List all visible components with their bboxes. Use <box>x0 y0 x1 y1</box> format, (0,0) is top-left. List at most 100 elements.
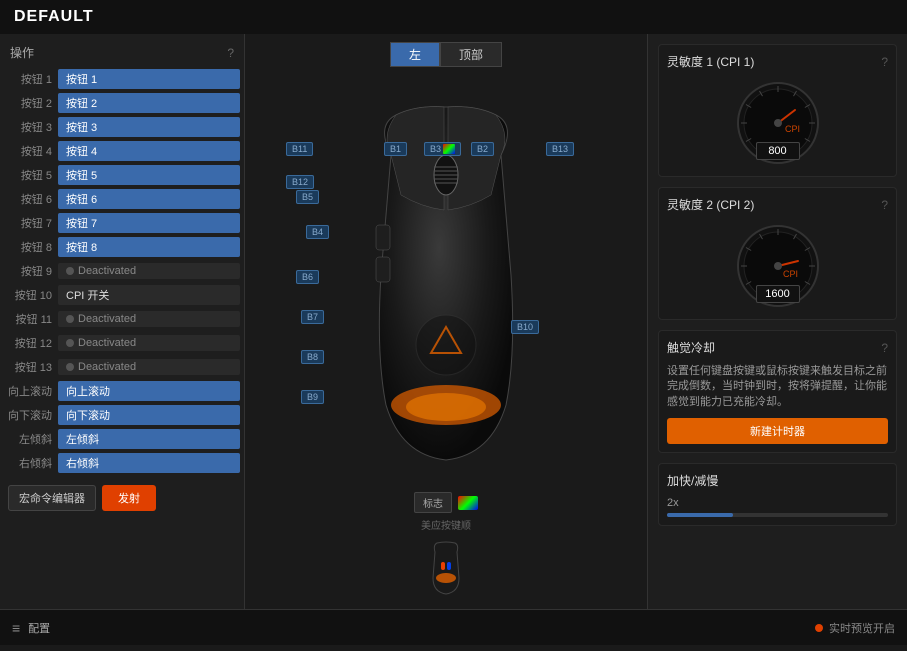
sensitivity1-value[interactable]: 800 <box>756 142 800 160</box>
help-icon[interactable]: ? <box>227 46 234 60</box>
b13-label[interactable]: B13 <box>546 142 574 156</box>
button-value-8[interactable]: Deactivated <box>58 263 240 279</box>
operation-header: 操作 ? <box>0 40 244 67</box>
button-id-7: 按钮 8 <box>4 239 52 255</box>
sensitivity2-title: 灵敏度 2 (CPI 2) <box>667 196 754 213</box>
button-row-8[interactable]: 按钮 9Deactivated <box>0 259 244 283</box>
b10-label[interactable]: B10 <box>511 320 539 334</box>
acceleration-section: 加快/减慢 2x <box>658 463 897 526</box>
title-bar: DEFAULT <box>0 0 907 34</box>
sensitivity2-value[interactable]: 1600 <box>756 285 800 303</box>
b5-label[interactable]: B5 <box>296 190 319 204</box>
button-row-3[interactable]: 按钮 4 按钮 4 <box>0 139 244 163</box>
haptic-title: 触觉冷却 <box>667 339 715 356</box>
button-row-13[interactable]: 向上滚动向上滚动 <box>0 379 244 403</box>
sensitivity1-dial-container: CPI 800 <box>667 78 888 168</box>
button-value-2[interactable]: 按钮 3 <box>58 117 240 137</box>
b2-label[interactable]: B2 <box>471 142 494 156</box>
button-value-0[interactable]: 按钮 1 <box>58 69 240 89</box>
haptic-timer-button[interactable]: 新建计时器 <box>667 418 888 444</box>
speed-bar[interactable] <box>667 513 888 517</box>
button-row-5[interactable]: 按钮 6按钮 6 <box>0 187 244 211</box>
fire-button[interactable]: 发射 <box>102 485 156 511</box>
button-overlay: B11 B12 B1 B3 B2 B13 B5 B4 B6 <box>276 95 616 515</box>
haptic-header: 触觉冷却 ? <box>667 339 888 356</box>
left-panel: 操作 ? 按钮 1按钮 1按钮 2按钮 2按钮 3按钮 3按钮 4按钮 4按钮 … <box>0 34 245 609</box>
b4-label[interactable]: B4 <box>306 225 329 239</box>
button-value-1[interactable]: 按钮 2 <box>58 93 240 113</box>
haptic-description: 设置任何键盘按键或鼠标按键来触发目标之前完成倒数，当时钟到时，按将弹提醒，让你能… <box>667 364 888 410</box>
sensitivity2-help[interactable]: ? <box>881 198 888 212</box>
b8-label[interactable]: B8 <box>301 350 324 364</box>
live-indicator <box>815 624 823 632</box>
live-label: 实时预览开启 <box>829 620 895 636</box>
b9-label[interactable]: B9 <box>301 390 324 404</box>
config-label[interactable]: 配置 <box>28 620 50 636</box>
sensitivity1-header: 灵敏度 1 (CPI 1) ? <box>667 53 888 70</box>
button-id-11: 按钮 12 <box>4 335 52 351</box>
sensitivity1-help[interactable]: ? <box>881 55 888 69</box>
mouse-thumbnail <box>427 540 465 601</box>
button-row-10[interactable]: 按钮 11 Deactivated <box>0 307 244 331</box>
button-row-11[interactable]: 按钮 12 Deactivated <box>0 331 244 355</box>
button-value-16[interactable]: 右倾斜 <box>58 453 240 473</box>
button-id-14: 向下滚动 <box>4 407 52 423</box>
button-id-10: 按钮 11 <box>4 311 52 327</box>
button-row-6[interactable]: 按钮 7按钮 7 <box>0 211 244 235</box>
button-value-12[interactable]: Deactivated <box>58 359 240 375</box>
sensitivity2-dial[interactable]: CPI 1600 <box>733 221 823 311</box>
button-row-2[interactable]: 按钮 3 按钮 3 <box>0 115 244 139</box>
bottom-buttons: 宏命令编辑器 发射 <box>0 479 244 517</box>
button-value-14[interactable]: 向下滚动 <box>58 405 240 425</box>
right-panel: 灵敏度 1 (CPI 1) ? <box>647 34 907 609</box>
haptic-help[interactable]: ? <box>881 341 888 355</box>
app-title: DEFAULT <box>14 8 94 25</box>
button-id-15: 左倾斜 <box>4 431 52 447</box>
main-layout: 操作 ? 按钮 1按钮 1按钮 2按钮 2按钮 3按钮 3按钮 4按钮 4按钮 … <box>0 34 907 609</box>
button-value-3[interactable]: 按钮 4 <box>58 141 240 161</box>
button-id-2: 按钮 3 <box>4 119 52 135</box>
button-list: 按钮 1按钮 1按钮 2按钮 2按钮 3按钮 3按钮 4按钮 4按钮 5按钮 5… <box>0 67 244 475</box>
button-row-15[interactable]: 左倾斜左倾斜 <box>0 427 244 451</box>
macro-editor-button[interactable]: 宏命令编辑器 <box>8 485 96 511</box>
button-id-1: 按钮 2 <box>4 95 52 111</box>
sensitivity1-dial[interactable]: CPI 800 <box>733 78 823 168</box>
b6-label[interactable]: B6 <box>296 270 319 284</box>
button-id-4: 按钮 5 <box>4 167 52 183</box>
button-row-12[interactable]: 按钮 13Deactivated <box>0 355 244 379</box>
button-row-0[interactable]: 按钮 1按钮 1 <box>0 67 244 91</box>
view-toggle: 左 顶部 <box>390 42 502 67</box>
sensitivity2-dial-container: CPI 1600 <box>667 221 888 311</box>
button-id-16: 右倾斜 <box>4 455 52 471</box>
b1-label[interactable]: B1 <box>384 142 407 156</box>
mouse-container: B11 B12 B1 B3 B2 B13 B5 B4 B6 <box>276 75 616 488</box>
button-row-4[interactable]: 按钮 5 按钮 5 <box>0 163 244 187</box>
button-value-9[interactable]: CPI 开关 <box>58 285 240 305</box>
b11-label[interactable]: B11 <box>286 142 313 156</box>
button-value-10[interactable]: Deactivated <box>58 311 240 327</box>
button-row-1[interactable]: 按钮 2 按钮 2 <box>0 91 244 115</box>
button-value-13[interactable]: 向上滚动 <box>58 381 240 401</box>
b12-label[interactable]: B12 <box>286 175 314 189</box>
button-row-9[interactable]: 按钮 10CPI 开关 <box>0 283 244 307</box>
button-value-7[interactable]: 按钮 8 <box>58 237 240 257</box>
acceleration-header: 加快/减慢 <box>667 472 888 489</box>
view-left-button[interactable]: 左 <box>390 42 440 67</box>
config-icon: ≡ <box>12 620 20 636</box>
view-top-button[interactable]: 顶部 <box>440 42 502 67</box>
button-id-3: 按钮 4 <box>4 143 52 159</box>
button-row-7[interactable]: 按钮 8 按钮 8 <box>0 235 244 259</box>
sensitivity1-section: 灵敏度 1 (CPI 1) ? <box>658 44 897 177</box>
button-value-5[interactable]: 按钮 6 <box>58 189 240 209</box>
button-row-16[interactable]: 右倾斜右倾斜 <box>0 451 244 475</box>
haptic-section: 触觉冷却 ? 设置任何键盘按键或鼠标按键来触发目标之前完成倒数，当时钟到时，按将… <box>658 330 897 453</box>
footer-right: 实时预览开启 <box>815 620 895 636</box>
b7-label[interactable]: B7 <box>301 310 324 324</box>
b3-label[interactable]: B3 <box>424 142 461 156</box>
button-value-6[interactable]: 按钮 7 <box>58 213 240 233</box>
sensitivity2-header: 灵敏度 2 (CPI 2) ? <box>667 196 888 213</box>
button-row-14[interactable]: 向下滚动向下滚动 <box>0 403 244 427</box>
button-value-15[interactable]: 左倾斜 <box>58 429 240 449</box>
button-value-11[interactable]: Deactivated <box>58 335 240 351</box>
button-value-4[interactable]: 按钮 5 <box>58 165 240 185</box>
